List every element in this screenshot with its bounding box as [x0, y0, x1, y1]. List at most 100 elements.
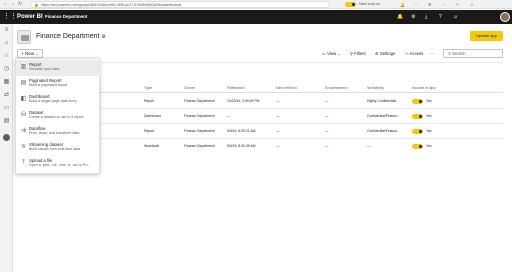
cell-refreshed: 8/5/19, 8:30:39 AM [227, 144, 256, 148]
lock-icon: 🔒 [34, 2, 39, 7]
cell-type: Workbook [144, 144, 160, 148]
recent-icon[interactable]: ◷ [3, 66, 10, 73]
question-icon[interactable]: ? [439, 13, 442, 21]
workspace-settings-icon[interactable]: ⚙ [101, 34, 105, 40]
search-icon: ⚲ [448, 51, 452, 56]
streaming-icon: ≋ [20, 144, 27, 150]
learn-icon[interactable]: ▭ [3, 105, 10, 112]
bell-icon[interactable]: 🔔 [400, 2, 405, 7]
cell-endorsement: — [325, 99, 329, 103]
url-text: https://dxt.powerbi.com/groups/60e1b4ba-… [41, 3, 182, 7]
update-app-button[interactable]: Update app [470, 31, 503, 41]
feedback-icon[interactable]: ☺ [453, 13, 458, 21]
people-icon: ⚇ [405, 51, 409, 56]
left-nav: ≡ ⌂ ☆ ◷ ▦ ⇄ ▭ ▤ [0, 24, 13, 272]
cell-endorsement: — [325, 144, 329, 148]
workspace-avatar-icon[interactable] [3, 134, 10, 141]
cell-endorsement: — [325, 114, 329, 118]
menu-item-report[interactable]: ▥ Report Visualize your data [16, 60, 101, 76]
menu-item-dataflow[interactable]: ⇉ Dataflow Prep, clean, and transform da… [16, 124, 101, 140]
app-header: ⋮⋮ Power BI Finance Department 🔔 ⚙ ⤓ ? ☺ [0, 10, 512, 24]
new-button[interactable]: + New ⌄ [17, 49, 43, 58]
brand-label[interactable]: Power BI [17, 13, 43, 21]
include-toggle[interactable] [412, 129, 423, 134]
column-header-endorsement[interactable]: Endorsement [325, 86, 348, 91]
settings-button[interactable]: ⚙ Settings [375, 50, 395, 57]
column-header-owner[interactable]: Owner [184, 86, 195, 91]
menu-item-desc: Open a .pbix, .rdl, .xlsx, or .csv in Po… [29, 163, 91, 167]
column-header-next-refresh[interactable]: Next refresh [276, 86, 297, 91]
forward-icon[interactable]: → [10, 1, 15, 8]
cell-owner: Finance Department [184, 99, 215, 103]
avatar[interactable] [500, 12, 510, 22]
column-header-refreshed[interactable]: Refreshed [227, 86, 245, 91]
menu-item-desc: Build visuals from real-time data [29, 147, 81, 151]
cell-refreshed: 8/5/19, 8:29:21 AM [227, 129, 256, 133]
menu-item-dashboard[interactable]: ◧ Dashboard Build a single-page data sto… [16, 92, 101, 108]
search-input[interactable]: ⚲ Search [443, 49, 503, 58]
include-toggle[interactable] [412, 99, 423, 104]
filters-button[interactable]: ⚲ Filters [350, 50, 366, 57]
breadcrumb-workspace[interactable]: Finance Department [45, 13, 87, 21]
help-icon[interactable]: ? [456, 2, 458, 7]
cell-sensitivity: Confidential\Financi... [367, 129, 400, 133]
hamburger-icon[interactable]: ≡ [3, 27, 10, 34]
paginated-report-icon: ▤ [20, 80, 27, 86]
cell-include: Yes [426, 129, 432, 133]
back-icon[interactable]: ← [3, 1, 8, 8]
settings-icon[interactable]: ⚙ [428, 2, 432, 7]
ellipsis-icon[interactable]: ⋯ [414, 2, 418, 7]
download-icon[interactable]: ↓ [442, 2, 444, 7]
home-icon[interactable]: ⌂ [3, 40, 10, 47]
cell-type: Report [144, 99, 155, 103]
cell-include: Yes [426, 144, 432, 148]
cell-include: Yes [426, 99, 432, 103]
apps-icon[interactable]: ▦ [3, 79, 10, 86]
column-header-type[interactable]: Type [144, 86, 152, 91]
include-toggle[interactable] [412, 144, 423, 149]
menu-item-dataset[interactable]: ⛁ Dataset Create a dataset to use in a r… [16, 108, 101, 124]
gear-icon[interactable]: ⚙ [411, 13, 415, 21]
menu-item-desc: Build a paginated report [29, 83, 68, 87]
column-header-include[interactable]: Include in app [412, 86, 436, 91]
chevron-down-icon: ⌄ [35, 52, 39, 56]
new-look-label: New look on [359, 2, 380, 6]
dataset-icon: ⛁ [20, 112, 27, 118]
cell-include: Yes [426, 114, 432, 118]
upload-icon: ⤒ [22, 160, 25, 166]
cell-refreshed: — [227, 114, 231, 118]
star-icon[interactable]: ☆ [3, 53, 10, 60]
cell-owner: Finance Department [184, 144, 215, 148]
cell-owner: Finance Department [184, 114, 215, 118]
cell-next-refresh: — [276, 114, 280, 118]
cell-refreshed: 10/23/19, 3:09:09 PM [227, 99, 260, 103]
cell-type: Report [144, 129, 155, 133]
access-button[interactable]: ⚇ Access [405, 50, 423, 57]
smiley-icon[interactable]: ☺ [470, 2, 474, 7]
new-look-toggle[interactable] [345, 2, 356, 8]
cell-sensitivity: — [367, 144, 371, 148]
app-launcher-icon[interactable]: ⋮⋮ [3, 13, 17, 20]
view-button[interactable]: ▭ View ⌄ [322, 50, 341, 57]
workspaces-icon[interactable]: ▤ [3, 118, 10, 125]
menu-item-desc: Create a dataset to use in a report [29, 115, 84, 119]
cell-sensitivity: Highly Confidential\... [367, 99, 400, 103]
notification-icon[interactable]: 🔔 [397, 13, 403, 21]
page-title: Finance Department ⚙ [36, 33, 106, 40]
filter-icon: ⚲ [350, 51, 354, 56]
cell-sensitivity: Confidential\Financi... [367, 114, 400, 118]
more-options-icon[interactable]: ⋯ [430, 50, 434, 57]
menu-item-paginated-report[interactable]: ▤ Paginated Report Build a paginated rep… [16, 76, 101, 92]
shared-icon[interactable]: ⇄ [3, 92, 10, 99]
menu-item-streaming-dataset[interactable]: ≋ Streaming dataset Build visuals from r… [16, 140, 101, 156]
menu-item-upload[interactable]: ⤒ Upload a file Open a .pbix, .rdl, .xls… [16, 156, 101, 172]
refresh-icon[interactable]: ↻ [18, 1, 22, 8]
column-header-sensitivity[interactable]: Sensitivity [367, 86, 384, 91]
download-icon[interactable]: ⤓ [425, 13, 427, 21]
address-bar[interactable]: 🔒 https://dxt.powerbi.com/groups/60e1b4b… [30, 1, 330, 8]
cell-endorsement: — [325, 129, 329, 133]
gear-icon: ⚙ [375, 51, 379, 56]
cell-next-refresh: — [276, 144, 280, 148]
dashboard-icon: ◧ [20, 96, 27, 102]
include-toggle[interactable] [412, 114, 423, 119]
